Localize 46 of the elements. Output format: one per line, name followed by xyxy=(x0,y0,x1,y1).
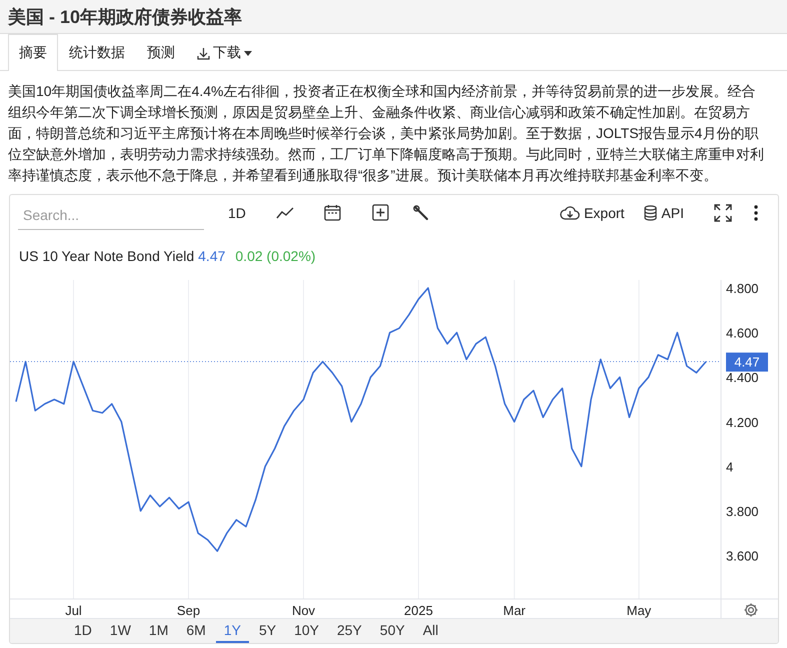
y-axis-label: 4.400 xyxy=(726,370,759,386)
range-tab[interactable]: 50Y xyxy=(372,619,413,643)
calendar-icon[interactable] xyxy=(324,204,341,221)
x-axis-label: Jul xyxy=(65,603,82,618)
range-tab[interactable]: 5Y xyxy=(250,619,284,643)
tab[interactable]: 下载 xyxy=(186,34,263,71)
last-value-badge: 4.47 xyxy=(726,352,768,372)
y-axis-label: 3.800 xyxy=(726,504,759,519)
caret-icon xyxy=(244,50,252,56)
y-axis-label: 4.800 xyxy=(726,281,759,296)
settings-icon[interactable] xyxy=(744,602,758,618)
x-axis-label: Mar xyxy=(503,603,526,618)
series-name: US 10 Year Note Bond Yield xyxy=(19,248,194,266)
x-axis-label: Sep xyxy=(176,603,200,618)
interval-button[interactable]: 1D xyxy=(228,204,246,220)
range-tab[interactable]: 1Y xyxy=(216,619,249,643)
more-icon[interactable] xyxy=(754,204,758,220)
tab[interactable]: 统计数据 xyxy=(58,34,136,71)
y-axis-label: 4.200 xyxy=(726,414,759,430)
summary-paragraph: 美国10年期国债收益率周二在4.4%左右徘徊，投资者正在权衡全球和国内经济前景，并等待贸易前景的进一步发展。经合组织今年第二次下调全球增长预测，原因是贸易壁垒上升、金融条件收紧、商业信心减弱和政策不确定性加剧。在贸易方面，特朗普总统和习近平主席预计将在本周晚些时候举行会谈，美中紧张局势加剧。至于数据，JOLTS报告显示4月份的职位空缺意外增加，表明劳动力需求持续强劲。然而，工厂订单下降幅度略高于预期。与此同时，亚特兰大联储主席重申对利率持谨慎态度，表示他不急于降息，并希望看到通胀取得“很多”进展。预计美联储本月再次维持联邦基金利率不变。 xyxy=(8,82,765,185)
tab[interactable]: 摘要 xyxy=(8,34,58,71)
page-title: 美国 - 10年期政府债券收益率 xyxy=(8,6,242,28)
y-axis-label: 4.600 xyxy=(726,326,759,341)
range-tab[interactable]: 1D xyxy=(66,619,100,643)
range-tab[interactable]: 1M xyxy=(140,619,176,643)
x-axis-label: May xyxy=(626,603,652,618)
tab[interactable]: 预测 xyxy=(136,34,186,71)
y-axis-label: 4 xyxy=(726,459,734,474)
line-chart-icon[interactable] xyxy=(276,206,294,218)
series-change: 0.02 (0.02%) xyxy=(235,248,316,266)
range-tab[interactable]: 6M xyxy=(178,619,214,643)
y-axis-label: 3.600 xyxy=(726,548,759,564)
x-axis-label: 2025 xyxy=(404,603,433,618)
x-axis-label: Nov xyxy=(292,603,316,618)
cloud-download-icon xyxy=(560,206,580,220)
range-tab[interactable]: 10Y xyxy=(286,619,327,643)
range-tab[interactable]: 25Y xyxy=(328,619,370,643)
database-icon xyxy=(644,204,658,220)
range-tab[interactable]: 1W xyxy=(102,619,139,643)
fullscreen-icon[interactable] xyxy=(714,204,732,222)
add-icon[interactable] xyxy=(372,204,389,221)
range-tab[interactable]: All xyxy=(414,619,446,643)
export-button[interactable]: Export xyxy=(560,204,624,220)
download-icon xyxy=(197,46,210,60)
series-value: 4.47 xyxy=(198,248,226,266)
api-button[interactable]: API xyxy=(644,204,684,220)
